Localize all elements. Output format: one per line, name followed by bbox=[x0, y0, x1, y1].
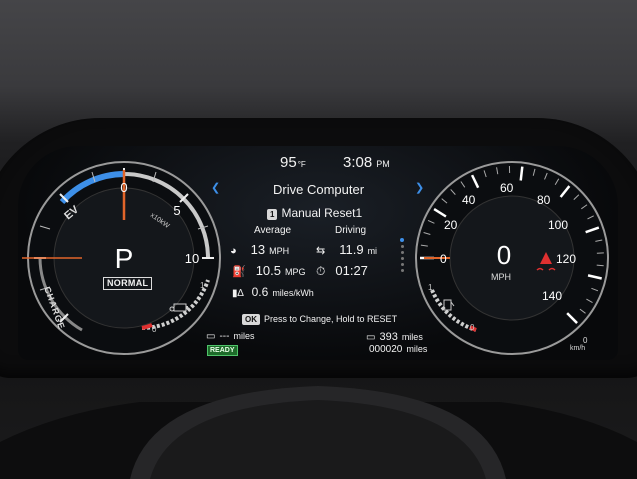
driving-distance-unit: mi bbox=[367, 246, 378, 256]
odometer: 000020 miles bbox=[369, 344, 427, 355]
ev-range-row: ▭ --- miles bbox=[206, 331, 254, 342]
fuel-range-row: ▭ 393 miles bbox=[366, 331, 423, 343]
odometer-unit: miles bbox=[406, 344, 428, 354]
electric-economy-value: 0.6 bbox=[251, 285, 269, 299]
fuel-range-value: 393 bbox=[379, 331, 398, 343]
clock: 3:08 PM bbox=[343, 154, 390, 171]
trip-distance-icon: ⇆ bbox=[316, 245, 326, 257]
temperature-unit: °F bbox=[297, 160, 306, 169]
speedometer-icon: ◕ bbox=[230, 245, 237, 257]
speed-tick-0: 0 bbox=[440, 252, 447, 266]
speed-tick-60: 60 bbox=[500, 181, 514, 195]
clock-suffix: PM bbox=[376, 159, 390, 169]
speed-tick-120: 120 bbox=[556, 252, 576, 266]
power-tick-0: 0 bbox=[120, 180, 127, 195]
ev-range-value: --- bbox=[219, 331, 230, 342]
temperature-readout: 95 °F bbox=[280, 154, 306, 171]
average-speed-row: ◕ 13 MPH bbox=[230, 242, 289, 257]
ev-range-unit: miles bbox=[233, 331, 255, 341]
drive-mode-badge: NORMAL bbox=[103, 277, 153, 290]
speedometer: 0 20 40 60 80 100 120 140 0 MPH 1 0 bbox=[415, 161, 609, 355]
kmh-value: 0 bbox=[583, 336, 588, 345]
fuel-economy-value: 10.5 bbox=[255, 263, 282, 278]
fuel-pump-icon: ⛽ bbox=[232, 266, 246, 278]
hint-bar: OK Press to Change, Hold to RESET bbox=[242, 314, 397, 325]
fuel-tick-0: 0 bbox=[470, 323, 475, 332]
page-dot bbox=[401, 269, 404, 272]
steering-wheel bbox=[0, 386, 637, 479]
driving-time-value: 01:27 bbox=[335, 263, 368, 278]
page-title: Drive Computer bbox=[273, 182, 365, 197]
battery-tick-1: 1 bbox=[200, 281, 205, 290]
next-page-arrow[interactable]: ❯ bbox=[415, 181, 424, 194]
average-header: Average bbox=[254, 225, 292, 236]
speed-minor-tick bbox=[596, 264, 604, 267]
speed-tick-20: 20 bbox=[444, 218, 458, 232]
odometer-value: 000020 bbox=[369, 344, 403, 355]
trip-selector: 1 Manual Reset1 bbox=[267, 206, 362, 220]
battery-tick-0: 0 bbox=[152, 325, 157, 334]
speed-unit: MPH bbox=[491, 272, 511, 282]
speed-tick-40: 40 bbox=[462, 193, 476, 207]
power-meter: 0 5 10 x10kW EV CHARGE P 0 1 bbox=[22, 161, 221, 355]
average-speed-value: 13 bbox=[250, 242, 266, 257]
electric-economy-unit: miles/kWh bbox=[272, 288, 314, 298]
page-dot bbox=[401, 257, 404, 260]
fuel-tick-1: 1 bbox=[428, 283, 433, 292]
driving-distance-row: ⇆ 11.9 mi bbox=[316, 242, 377, 257]
ev-battery-icon: ▮∆ bbox=[232, 288, 244, 299]
speed-tick-80: 80 bbox=[537, 193, 551, 207]
driving-distance-value: 11.9 bbox=[339, 242, 364, 257]
speed-value: 0 bbox=[497, 240, 511, 270]
trip-index-badge: 1 bbox=[267, 209, 278, 220]
hint-text: Press to Change, Hold to RESET bbox=[264, 314, 398, 324]
ev-range-icon: ▭ bbox=[206, 331, 216, 342]
speed-major-tick bbox=[519, 166, 524, 181]
stopwatch-icon: ⏱ bbox=[316, 264, 326, 278]
page-dot bbox=[401, 245, 404, 248]
clock-time: 3:08 bbox=[343, 154, 373, 171]
trip-label: Manual Reset1 bbox=[281, 206, 363, 220]
fuel-economy-unit: MPG bbox=[285, 267, 306, 277]
average-speed-unit: MPH bbox=[269, 246, 290, 256]
power-tick-10: 10 bbox=[185, 251, 199, 266]
page-dot bbox=[401, 251, 404, 254]
speed-tick-140: 140 bbox=[542, 289, 562, 303]
fuel-economy-row: ⛽ 10.5 MPG bbox=[232, 263, 306, 278]
fuel-range-unit: miles bbox=[401, 332, 423, 342]
temperature-value: 95 bbox=[280, 154, 297, 171]
prev-page-arrow[interactable]: ❮ bbox=[211, 181, 220, 194]
electric-economy-row: ▮∆ 0.6 miles/kWh bbox=[232, 285, 314, 299]
ready-indicator: READY bbox=[207, 345, 238, 356]
driving-header: Driving bbox=[335, 225, 367, 236]
speed-tick-100: 100 bbox=[548, 218, 568, 232]
page-indicator bbox=[400, 238, 404, 275]
power-tick-5: 5 bbox=[173, 203, 180, 218]
page-dot bbox=[401, 263, 404, 266]
fuel-range-icon: ▭ bbox=[366, 332, 376, 343]
gear-indicator: P bbox=[115, 243, 134, 274]
page-dot-active bbox=[400, 238, 404, 242]
kmh-unit: km/h bbox=[570, 345, 586, 352]
driving-time-row: ⏱ 01:27 bbox=[316, 263, 368, 279]
ok-button-chip: OK bbox=[242, 314, 260, 325]
